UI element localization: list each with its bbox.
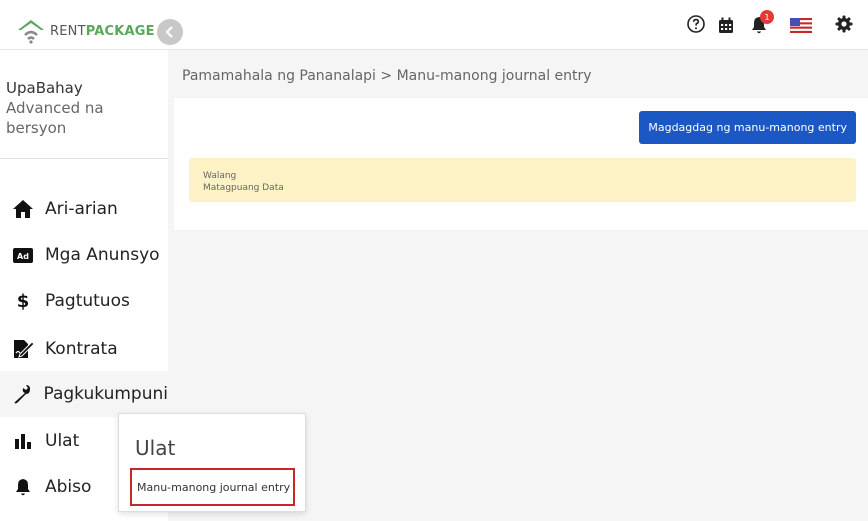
sidebar-item-properties[interactable]: Ari-arian	[0, 186, 168, 232]
us-flag-icon	[790, 17, 812, 33]
sidebar-item-repairs[interactable]: Pagkukumpuni	[0, 371, 168, 417]
add-manual-entry-button[interactable]: Magdagdag ng manu-manong entry	[639, 111, 856, 144]
ad-icon: Ad	[12, 244, 34, 266]
logo-text: RENTPACKAGE	[50, 24, 155, 39]
sidebar-item-label: Ulat	[45, 431, 80, 451]
sidebar-item-label: Ari-arian	[45, 199, 118, 219]
contract-icon	[12, 338, 34, 360]
divider	[0, 158, 168, 159]
wrench-icon	[12, 383, 32, 405]
bar-chart-icon	[12, 430, 34, 452]
sidebar-item-label: Mga Anunsyo	[45, 245, 160, 265]
account-info: UpaBahay Advanced na bersyon	[6, 78, 168, 138]
help-icon	[687, 15, 705, 33]
calendar-button[interactable]	[714, 13, 738, 37]
logo[interactable]: RENTPACKAGE	[16, 18, 155, 44]
svg-text:Ad: Ad	[17, 252, 29, 261]
logo-text-rent: RENT	[50, 23, 86, 39]
empty-state-line2: Matagpuang Data	[203, 183, 284, 193]
settings-button[interactable]	[832, 12, 856, 36]
collapse-sidebar-button[interactable]	[157, 19, 183, 45]
sidebar-item-label: Pagkukumpuni	[43, 384, 168, 404]
logo-text-package: PACKAGE	[85, 23, 155, 39]
home-icon	[12, 198, 34, 220]
sidebar-item-contracts[interactable]: Kontrata	[0, 326, 168, 372]
bell-icon	[12, 476, 34, 498]
notifications-button[interactable]: 1	[747, 10, 774, 37]
notification-badge: 1	[760, 10, 774, 24]
svg-text:$: $	[17, 291, 30, 311]
empty-state-line1: Walang	[203, 171, 237, 181]
sidebar-item-label: Abiso	[45, 477, 92, 497]
content-panel: Magdagdag ng manu-manong entry Walang Ma…	[174, 98, 868, 230]
flyout-title: Ulat	[135, 436, 176, 460]
logo-icon	[18, 20, 44, 44]
top-bar: RENTPACKAGE 1	[0, 0, 868, 50]
gear-icon	[835, 15, 853, 33]
sidebar-item-label: Pagtutuos	[45, 291, 130, 311]
calendar-icon	[719, 17, 733, 33]
sidebar-item-announcements[interactable]: Ad Mga Anunsyo	[0, 232, 168, 278]
empty-state-message: Walang Matagpuang Data	[189, 158, 856, 202]
account-name: UpaBahay	[6, 79, 83, 97]
dollar-icon: $	[12, 290, 34, 312]
help-button[interactable]	[684, 12, 708, 36]
sidebar-item-accounting[interactable]: $ Pagtutuos	[0, 278, 168, 324]
manual-journal-entry-link[interactable]: Manu-manong journal entry	[130, 468, 295, 506]
plan-version: Advanced na bersyon	[6, 99, 104, 137]
reports-flyout-menu: Ulat Manu-manong journal entry	[118, 413, 306, 512]
language-button[interactable]	[788, 13, 814, 37]
breadcrumb: Pamamahala ng Pananalapi > Manu-manong j…	[182, 68, 592, 84]
sidebar-item-label: Kontrata	[45, 339, 118, 359]
chevron-left-icon	[165, 26, 173, 38]
